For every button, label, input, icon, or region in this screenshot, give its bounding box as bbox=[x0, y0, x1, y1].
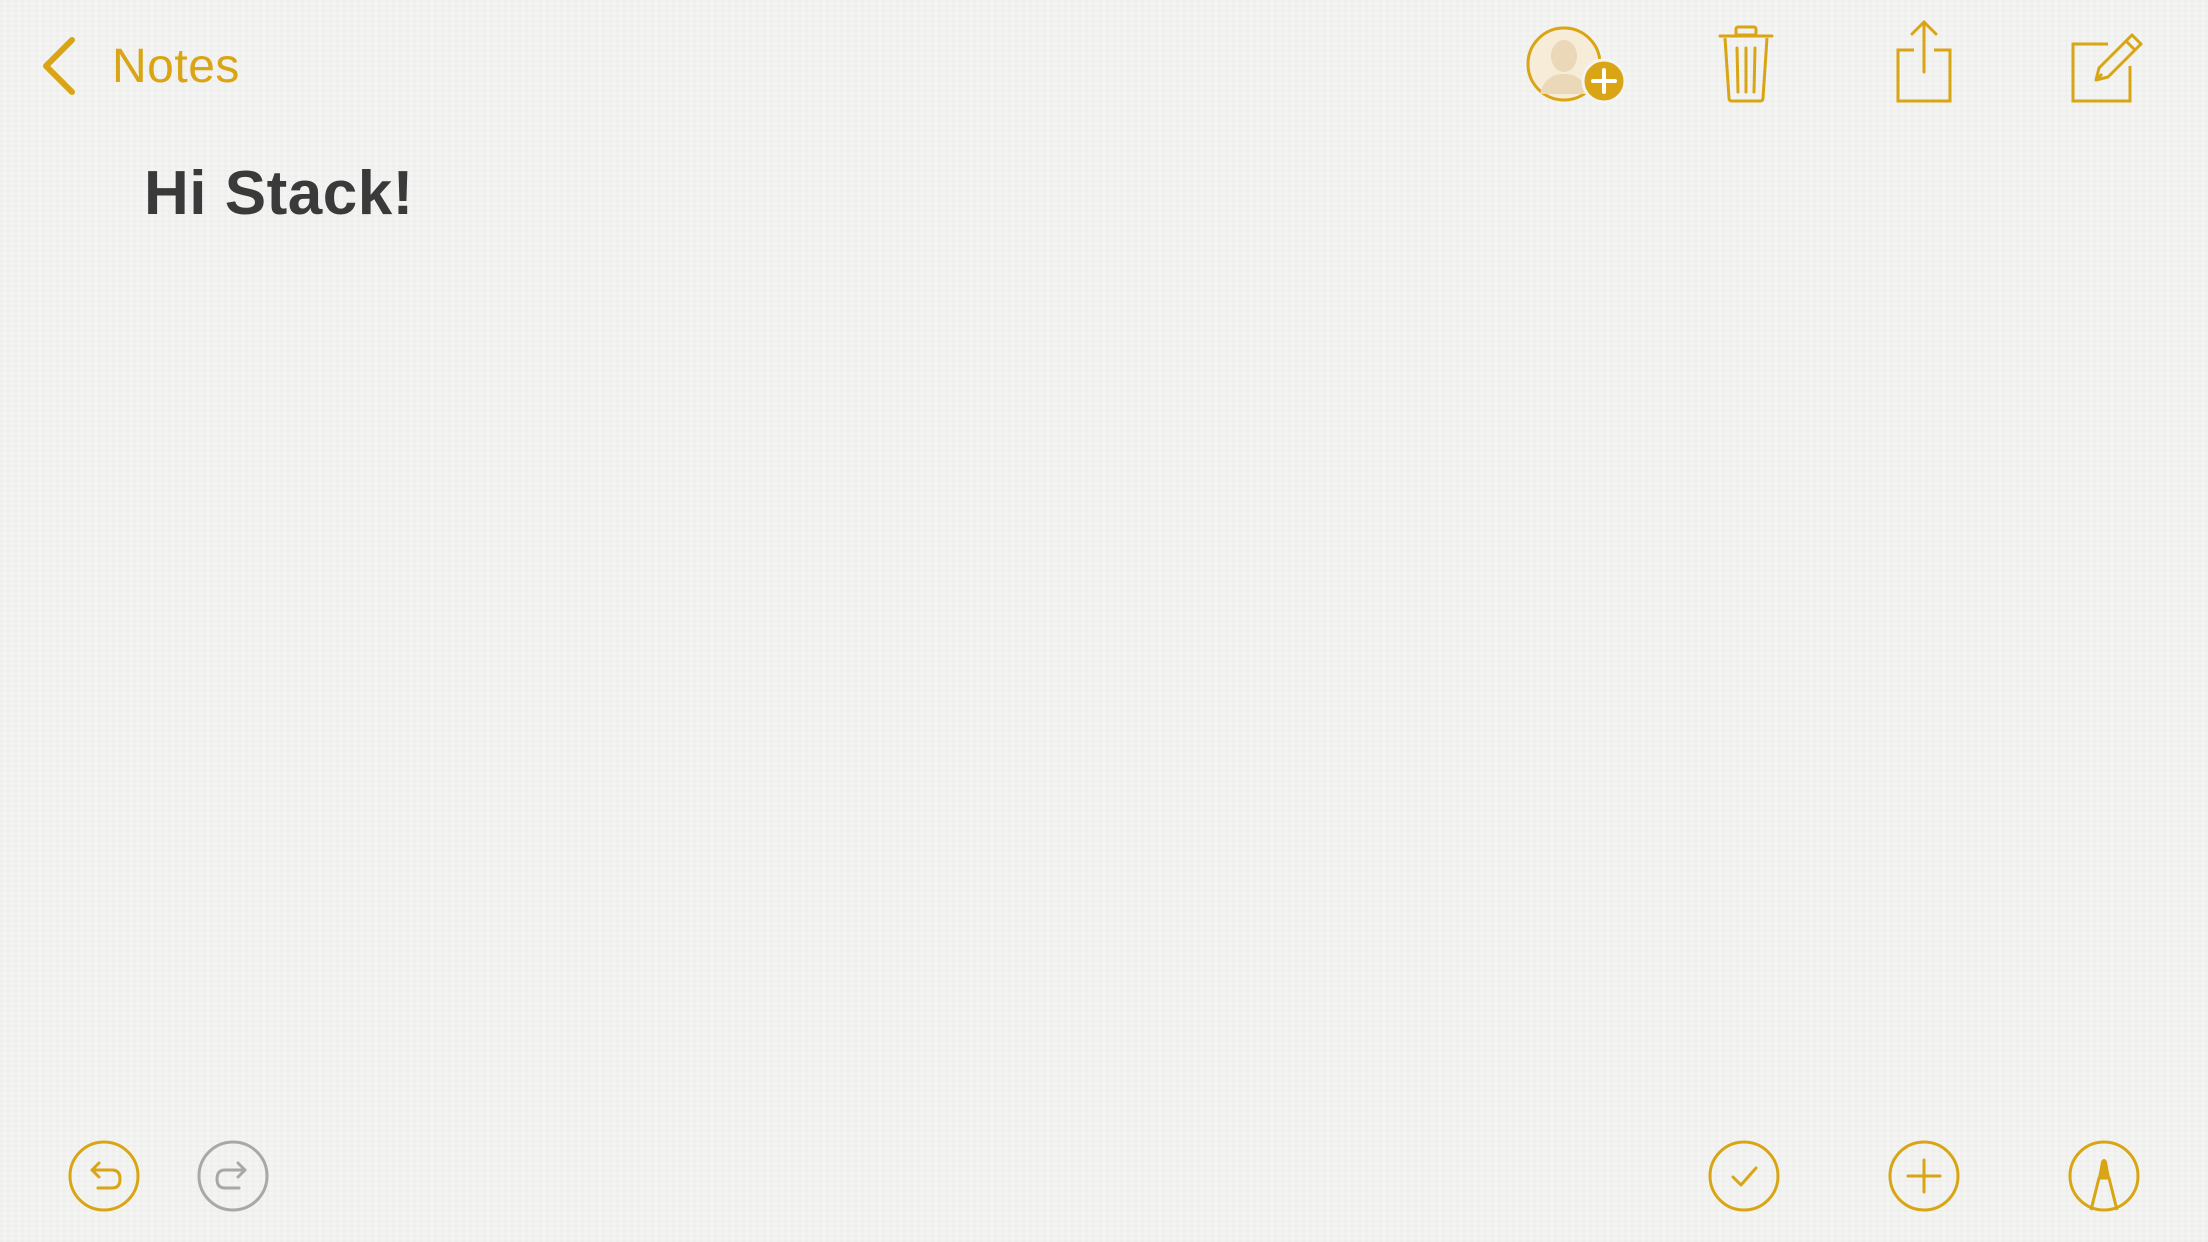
undo-icon bbox=[68, 1140, 140, 1212]
compose-button[interactable] bbox=[2068, 28, 2144, 104]
add-person-button[interactable] bbox=[1526, 24, 1630, 106]
undo-button[interactable] bbox=[68, 1140, 140, 1212]
share-icon bbox=[1892, 18, 1956, 104]
markup-icon bbox=[2068, 1140, 2140, 1212]
redo-icon bbox=[197, 1140, 269, 1212]
add-icon bbox=[1888, 1140, 1960, 1212]
markup-button[interactable] bbox=[2068, 1140, 2140, 1212]
add-person-icon bbox=[1526, 24, 1630, 106]
top-toolbar: Notes bbox=[0, 0, 2208, 130]
checklist-button[interactable] bbox=[1708, 1140, 1780, 1212]
delete-button[interactable] bbox=[1716, 24, 1776, 104]
back-button-label: Notes bbox=[112, 39, 240, 93]
add-button[interactable] bbox=[1888, 1140, 1960, 1212]
chevron-left-icon bbox=[38, 34, 78, 98]
checklist-icon bbox=[1708, 1140, 1780, 1212]
note-title[interactable]: Hi Stack! bbox=[144, 158, 414, 229]
compose-icon bbox=[2068, 28, 2144, 104]
back-button[interactable]: Notes bbox=[38, 28, 240, 104]
share-button[interactable] bbox=[1892, 18, 1956, 104]
redo-button[interactable] bbox=[197, 1140, 269, 1212]
trash-icon bbox=[1716, 24, 1776, 104]
